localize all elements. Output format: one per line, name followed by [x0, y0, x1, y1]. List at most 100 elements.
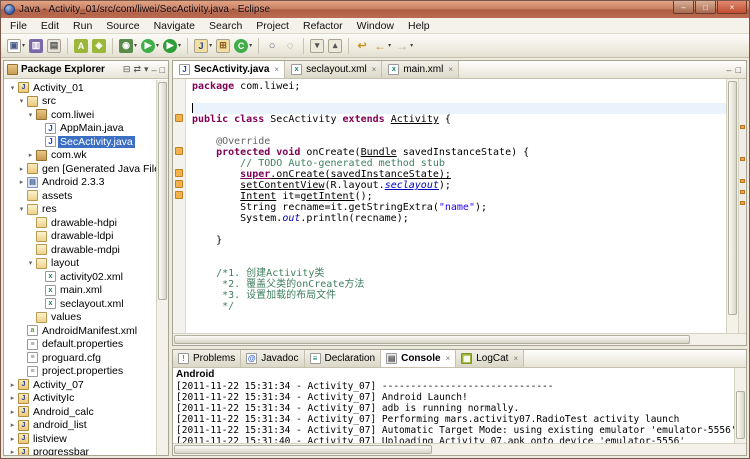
- dropdown-arrow-icon[interactable]: ▾: [410, 42, 413, 49]
- console-hscrollbar[interactable]: [173, 443, 746, 455]
- tree-item-com-liwei[interactable]: ▾com.liwei: [5, 108, 155, 122]
- tree-collapsed-arrow-icon[interactable]: ▸: [17, 178, 26, 186]
- close-tab-icon[interactable]: ×: [513, 354, 518, 363]
- tree-item-proguard-cfg[interactable]: ≡proguard.cfg: [5, 351, 155, 365]
- editor-hscrollbar-thumb[interactable]: [174, 335, 690, 344]
- new-wizard-button[interactable]: ▣▾: [5, 36, 27, 56]
- new-android-project-button[interactable]: A: [72, 36, 90, 56]
- debug-button[interactable]: ◉▾: [117, 36, 139, 56]
- tree-item-drawable-hdpi[interactable]: drawable-hdpi: [5, 216, 155, 230]
- close-tab-icon[interactable]: ×: [448, 65, 453, 74]
- overview-marker-icon[interactable]: [740, 125, 745, 129]
- tree-item-main-xml[interactable]: xmain.xml: [5, 284, 155, 298]
- run-external-tools-button[interactable]: ▶▾: [161, 36, 183, 56]
- menu-run[interactable]: Run: [66, 19, 99, 33]
- maximize-view-icon[interactable]: □: [736, 65, 741, 75]
- maximize-button[interactable]: □: [695, 1, 716, 14]
- tree-item-progressbar[interactable]: ▸Jprogressbar: [5, 446, 155, 456]
- search-button[interactable]: ○: [263, 36, 281, 56]
- tree-expanded-arrow-icon[interactable]: ▾: [17, 97, 26, 105]
- tree-item-drawable-mdpi[interactable]: drawable-mdpi: [5, 243, 155, 257]
- overview-marker-icon[interactable]: [740, 190, 745, 194]
- tree-collapsed-arrow-icon[interactable]: ▸: [26, 151, 35, 159]
- close-tab-icon[interactable]: ×: [372, 65, 377, 74]
- dropdown-arrow-icon[interactable]: ▾: [22, 42, 25, 49]
- last-edit-location-button[interactable]: ↩: [353, 36, 371, 56]
- view-tab-console[interactable]: ▤Console×: [381, 350, 456, 367]
- overview-marker-icon[interactable]: [740, 179, 745, 183]
- editor-tab-secactivity-java[interactable]: JSecActivity.java×: [173, 61, 285, 78]
- tree-expanded-arrow-icon[interactable]: ▾: [26, 259, 35, 267]
- open-element-button[interactable]: ◌: [281, 36, 299, 56]
- warning-marker-icon[interactable]: [175, 147, 183, 155]
- close-tab-icon[interactable]: ×: [446, 354, 451, 363]
- new-package-button[interactable]: ⊞: [214, 36, 232, 56]
- tree-collapsed-arrow-icon[interactable]: ▸: [17, 165, 26, 173]
- collapse-all-icon[interactable]: ⊟: [123, 64, 131, 75]
- view-tab-javadoc[interactable]: @Javadoc: [241, 350, 304, 367]
- minimize-view-icon[interactable]: –: [727, 65, 732, 75]
- next-annotation-button[interactable]: ▾: [308, 36, 326, 56]
- menu-navigate[interactable]: Navigate: [147, 19, 202, 33]
- view-tab-logcat[interactable]: ▦LogCat×: [456, 350, 524, 367]
- menu-window[interactable]: Window: [350, 19, 401, 33]
- menu-search[interactable]: Search: [202, 19, 249, 33]
- save-button[interactable]: ▥: [27, 36, 45, 56]
- console-scrollbar[interactable]: [734, 368, 746, 443]
- view-tab-declaration[interactable]: ≡Declaration: [305, 350, 382, 367]
- minimize-view-icon[interactable]: –: [152, 65, 157, 75]
- tree-item-activity-07[interactable]: ▸JActivity_07: [5, 378, 155, 392]
- tree-item-drawable-ldpi[interactable]: drawable-ldpi: [5, 230, 155, 244]
- back-button[interactable]: ←▾: [371, 36, 393, 56]
- editor-scrollbar[interactable]: [726, 79, 738, 333]
- maximize-view-icon[interactable]: □: [160, 65, 165, 75]
- print-button[interactable]: ▤: [45, 36, 63, 56]
- new-class-button[interactable]: C▾: [232, 36, 254, 56]
- tree-item-res[interactable]: ▾res: [5, 203, 155, 217]
- tree-collapsed-arrow-icon[interactable]: ▸: [8, 394, 17, 402]
- warning-marker-icon[interactable]: [175, 114, 183, 122]
- new-java-project-button[interactable]: J▾: [192, 36, 214, 56]
- link-with-editor-icon[interactable]: ⇄: [133, 64, 141, 75]
- explorer-scrollbar[interactable]: [156, 80, 168, 455]
- tree-item-assets[interactable]: assets: [5, 189, 155, 203]
- menu-source[interactable]: Source: [99, 19, 146, 33]
- code-area[interactable]: package com.liwei;public class SecActivi…: [186, 79, 726, 333]
- view-tab-problems[interactable]: !Problems: [173, 350, 241, 367]
- tree-item-default-properties[interactable]: ≡default.properties: [5, 338, 155, 352]
- menu-project[interactable]: Project: [249, 19, 296, 33]
- warning-marker-icon[interactable]: [175, 191, 183, 199]
- tree-expanded-arrow-icon[interactable]: ▾: [26, 111, 35, 119]
- minimize-button[interactable]: –: [673, 1, 694, 14]
- dropdown-arrow-icon[interactable]: ▾: [178, 42, 181, 49]
- menu-help[interactable]: Help: [401, 19, 437, 33]
- tree-item-values[interactable]: values: [5, 311, 155, 325]
- run-button[interactable]: ▶▾: [139, 36, 161, 56]
- tree-item-layout[interactable]: ▾layout: [5, 257, 155, 271]
- dropdown-arrow-icon[interactable]: ▾: [249, 42, 252, 49]
- tree-item-activity02-xml[interactable]: xactivity02.xml: [5, 270, 155, 284]
- tree-item-activity-01[interactable]: ▾JActivity_01: [5, 81, 155, 95]
- tree-collapsed-arrow-icon[interactable]: ▸: [8, 421, 17, 429]
- overview-marker-icon[interactable]: [740, 157, 745, 161]
- tree-item-project-properties[interactable]: ≡project.properties: [5, 365, 155, 379]
- close-tab-icon[interactable]: ×: [274, 65, 279, 74]
- dropdown-arrow-icon[interactable]: ▾: [388, 42, 391, 49]
- console-scrollbar-thumb[interactable]: [736, 391, 745, 440]
- tree-item-activityic[interactable]: ▸JActivityIc: [5, 392, 155, 406]
- dropdown-arrow-icon[interactable]: ▾: [156, 42, 159, 49]
- tree-item-appmain-java[interactable]: JAppMain.java: [5, 122, 155, 136]
- tree-collapsed-arrow-icon[interactable]: ▸: [8, 435, 17, 443]
- tree-item-android-calc[interactable]: ▸JAndroid_calc: [5, 405, 155, 419]
- tree-item-listview[interactable]: ▸Jlistview: [5, 432, 155, 446]
- console-output[interactable]: Android [2011-11-22 15:31:34 - Activity_…: [173, 368, 734, 443]
- tree-expanded-arrow-icon[interactable]: ▾: [17, 205, 26, 213]
- tree-expanded-arrow-icon[interactable]: ▾: [8, 84, 17, 92]
- view-menu-icon[interactable]: ▾: [144, 64, 149, 75]
- android-sdk-manager-button[interactable]: ◈: [90, 36, 108, 56]
- tree-collapsed-arrow-icon[interactable]: ▸: [8, 381, 17, 389]
- tree-item-seclayout-xml[interactable]: xseclayout.xml: [5, 297, 155, 311]
- forward-button[interactable]: →▾: [393, 36, 415, 56]
- tree-item-gen-generated-java-files-[interactable]: ▸gen [Generated Java Files]: [5, 162, 155, 176]
- dropdown-arrow-icon[interactable]: ▾: [134, 42, 137, 49]
